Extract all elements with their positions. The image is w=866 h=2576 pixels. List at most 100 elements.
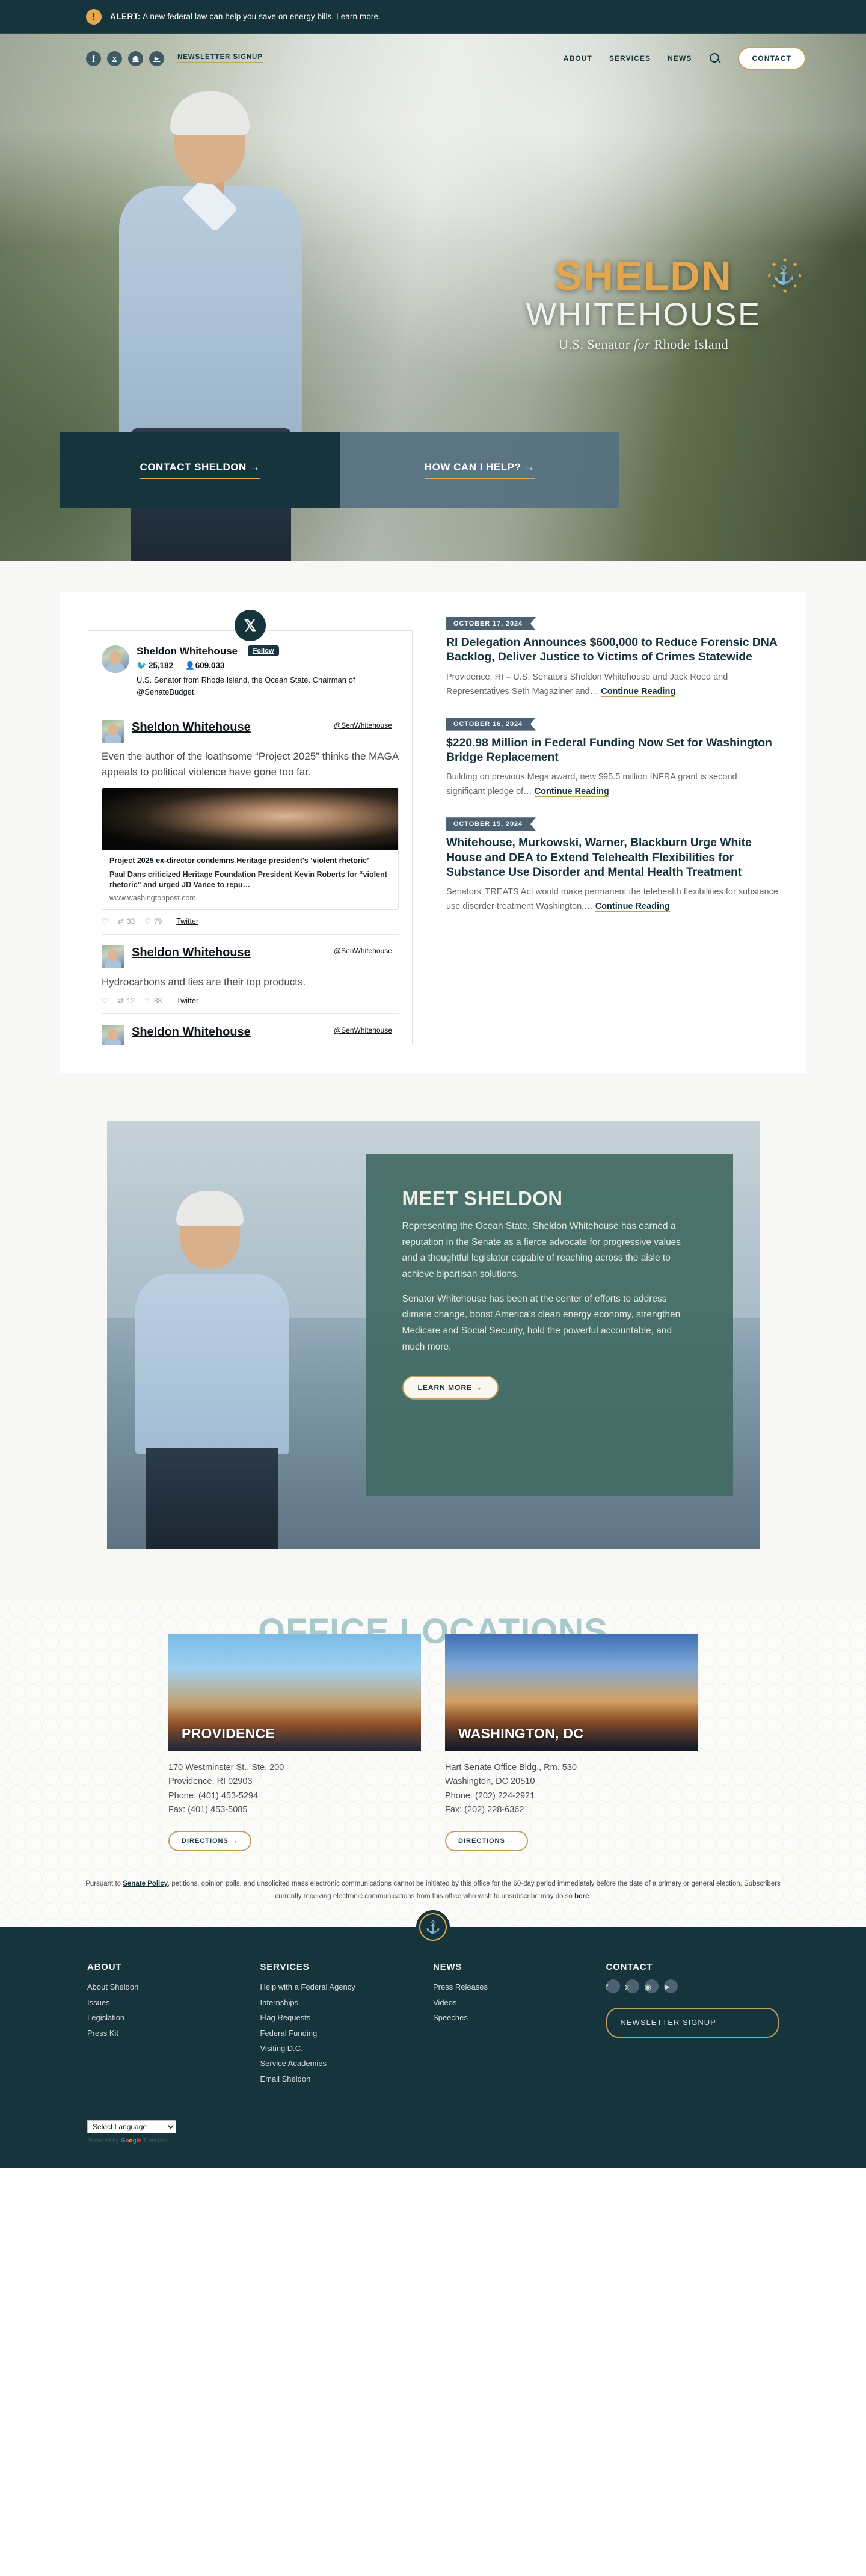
footer-link-press-releases[interactable]: Press Releases <box>433 1979 606 1994</box>
reply-icon[interactable]: ♡ <box>102 917 108 926</box>
like-action[interactable]: ♡ 79 <box>144 917 162 926</box>
news-item[interactable]: OCTOBER 16, 2024 $220.98 Million in Fede… <box>446 718 778 800</box>
news-title[interactable]: RI Delegation Announces $600,000 to Redu… <box>446 635 778 665</box>
footer-link-federal-funding[interactable]: Federal Funding <box>260 2026 434 2041</box>
footer-link-visiting-dc[interactable]: Visiting D.C. <box>260 2041 434 2056</box>
twitter-profile-bio: U.S. Senator from Rhode Island, the Ocea… <box>137 675 355 696</box>
nav-item-news[interactable]: NEWS <box>668 54 692 63</box>
retweet-action[interactable]: ⇄ 33 <box>118 917 135 926</box>
hero-first-name: SHELDN ⚓ ★ ★ ★ ★ ★ ★ ★ ★ <box>554 253 802 299</box>
meet-sheldon-paragraph-1: Representing the Ocean State, Sheldon Wh… <box>402 1221 681 1279</box>
footer-link-press-kit[interactable]: Press Kit <box>87 2026 260 2041</box>
tweet-source-link[interactable]: Twitter <box>176 997 198 1005</box>
avatar <box>102 1025 124 1045</box>
tweet-author-handle[interactable]: @SenWhitehouse <box>334 720 399 743</box>
footer-link-issues[interactable]: Issues <box>87 1995 260 2010</box>
tweet-source-link[interactable]: Twitter <box>176 917 198 926</box>
like-action[interactable]: ♡ 88 <box>144 997 162 1005</box>
twitter-widget[interactable]: Sheldon Whitehouse Follow 🐦 25,182 👤609,0… <box>88 630 413 1045</box>
senate-policy-link[interactable]: Senate Policy <box>123 1880 168 1887</box>
x-icon[interactable]: x <box>107 51 122 66</box>
footer-heading-services: SERVICES <box>260 1962 310 1973</box>
retweet-action[interactable]: ⇄ 12 <box>118 997 135 1005</box>
unsubscribe-here-link[interactable]: here <box>574 1893 589 1900</box>
directions-button[interactable]: DIRECTIONS → <box>445 1830 528 1851</box>
powered-by-google-translate: Powered by Google Translate <box>87 2138 779 2144</box>
facebook-icon[interactable]: f <box>606 1979 620 1994</box>
continue-reading-link[interactable]: Continue Reading <box>595 902 670 912</box>
footer-link-flag-requests[interactable]: Flag Requests <box>260 2010 434 2025</box>
continue-reading-link[interactable]: Continue Reading <box>601 686 676 697</box>
news-title[interactable]: $220.98 Million in Federal Funding Now S… <box>446 736 778 765</box>
search-icon[interactable] <box>709 52 721 64</box>
nav-item-about[interactable]: ABOUT <box>564 54 592 63</box>
tweet-item[interactable]: Sheldon Whitehouse @SenWhitehouse Even t… <box>88 709 412 934</box>
hero-cta-group: CONTACT SHELDON → HOW CAN I HELP? → <box>60 432 619 508</box>
heart-icon: ♡ <box>144 917 151 926</box>
hero-last-name: WHITEHOUSE <box>526 297 761 333</box>
tweet-item[interactable]: Sheldon Whitehouse @SenWhitehouse Hydroc… <box>88 935 412 1014</box>
instagram-icon[interactable]: ◉ <box>644 1979 659 1994</box>
alert-message[interactable]: ALERT: A new federal law can help you sa… <box>110 12 381 21</box>
footer-link-videos[interactable]: Videos <box>433 1995 606 2010</box>
reply-icon[interactable]: ♡ <box>102 997 108 1005</box>
hero-tagline-prefix: U.S. Senator <box>558 337 634 352</box>
tweet-item[interactable]: Sheldon Whitehouse @SenWhitehouse <box>88 1014 412 1045</box>
hero-first-name-tail: N <box>701 253 732 299</box>
retweet-count: 12 <box>126 997 135 1006</box>
news-item[interactable]: OCTOBER 17, 2024 RI Delegation Announces… <box>446 617 778 699</box>
youtube-icon[interactable]: ► <box>149 51 164 66</box>
senate-policy-disclaimer: Pursuant to Senate Policy, petitions, op… <box>81 1878 785 1904</box>
tweet-author-handle[interactable]: @SenWhitehouse <box>334 1025 399 1045</box>
tweet-card-description: Paul Dans criticized Heritage Foundation… <box>109 870 387 889</box>
contact-button[interactable]: CONTACT <box>737 47 806 70</box>
youtube-icon[interactable]: ► <box>663 1979 678 1994</box>
footer-link-legislation[interactable]: Legislation <box>87 2010 260 2025</box>
site-footer: ⚓ ABOUT About Sheldon Issues Legislation… <box>0 1910 866 2168</box>
disclaimer-pre: Pursuant to <box>85 1880 123 1887</box>
footer-link-about-sheldon[interactable]: About Sheldon <box>87 1979 260 1994</box>
like-count: 79 <box>153 917 162 926</box>
footer-link-service-academies[interactable]: Service Academies <box>260 2056 434 2071</box>
office-card-washington: WASHINGTON, DC Hart Senate Office Bldg.,… <box>445 1634 698 1851</box>
x-logo-icon[interactable]: 𝕏 <box>235 610 266 641</box>
contact-sheldon-cta[interactable]: CONTACT SHELDON → <box>60 432 340 508</box>
hero-tagline-italic: for <box>633 337 651 352</box>
tweet-author-name[interactable]: Sheldon Whitehouse <box>132 1025 251 1045</box>
footer-link-federal-agency[interactable]: Help with a Federal Agency <box>260 1979 434 1994</box>
office-city-name: WASHINGTON, DC <box>458 1726 584 1741</box>
continue-reading-link[interactable]: Continue Reading <box>534 787 609 798</box>
tweet-card-title: Project 2025 ex-director condemns Herita… <box>109 856 369 865</box>
learn-more-button[interactable]: LEARN MORE → <box>402 1376 499 1400</box>
news-excerpt: Building on previous Mega award, new $95… <box>446 770 778 799</box>
tweet-author-name[interactable]: Sheldon Whitehouse <box>132 720 251 743</box>
nav-item-services[interactable]: SERVICES <box>609 54 651 63</box>
washington-skyline-image: WASHINGTON, DC <box>445 1634 698 1751</box>
footer-link-speeches[interactable]: Speeches <box>433 2010 606 2025</box>
news-item[interactable]: OCTOBER 15, 2024 Whitehouse, Murkowski, … <box>446 817 778 914</box>
news-title[interactable]: Whitehouse, Murkowski, Warner, Blackburn… <box>446 835 778 879</box>
follow-button[interactable]: Follow <box>247 645 280 656</box>
news-column: OCTOBER 17, 2024 RI Delegation Announces… <box>446 617 778 932</box>
footer-link-internships[interactable]: Internships <box>260 1995 434 2010</box>
tweet-author-handle[interactable]: @SenWhitehouse <box>334 945 399 968</box>
footer-heading-news: NEWS <box>433 1962 462 1973</box>
how-can-i-help-cta[interactable]: HOW CAN I HELP? → <box>340 432 619 508</box>
tweet-link-card[interactable]: Project 2025 ex-director condemns Herita… <box>102 788 399 910</box>
language-select[interactable]: Select Language <box>87 2120 176 2133</box>
twitter-feed-column: 𝕏 Sheldon Whitehouse Follow 🐦 25,182 👤609… <box>88 610 413 1045</box>
footer-newsletter-signup-button[interactable]: NEWSLETTER SIGNUP <box>606 2008 779 2038</box>
exclamation-icon: ! <box>86 8 102 25</box>
news-excerpt: Providence, RI – U.S. Senators Sheldon W… <box>446 671 778 699</box>
newsletter-signup-link[interactable]: NEWSLETTER SIGNUP <box>177 54 263 63</box>
facebook-icon[interactable]: f <box>86 51 101 66</box>
footer-link-email-sheldon[interactable]: Email Sheldon <box>260 2071 434 2086</box>
x-icon[interactable]: x <box>625 1979 639 1994</box>
footer-column-contact: CONTACT f x ◉ ► NEWSLETTER SIGNUP <box>606 1962 779 2086</box>
instagram-icon[interactable]: ◉ <box>128 51 143 66</box>
tweet-author-name[interactable]: Sheldon Whitehouse <box>132 945 251 968</box>
hero-section: f x ◉ ► NEWSLETTER SIGNUP ABOUT SERVICES… <box>0 34 866 561</box>
directions-button[interactable]: DIRECTIONS → <box>168 1830 251 1851</box>
avatar <box>102 645 129 673</box>
retweet-count: 33 <box>126 917 135 926</box>
